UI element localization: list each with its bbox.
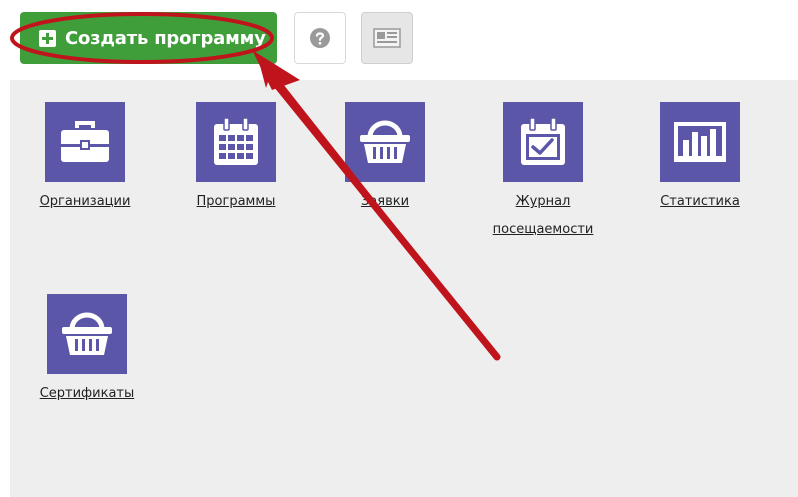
tile-attendance-journal[interactable]: Журнал посещаемости <box>478 102 608 244</box>
tile-label[interactable]: Программы <box>171 188 301 216</box>
create-program-button[interactable]: Создать программу <box>20 12 277 64</box>
tile-label[interactable]: Статистика <box>635 188 765 216</box>
basket-icon <box>62 312 112 355</box>
tile-label[interactable]: Сертификаты <box>22 380 152 408</box>
tile-label[interactable]: Организации <box>20 188 150 216</box>
calendar-icon <box>214 117 258 165</box>
dashboard-panel: Организации Программы Заявки Журнал посе… <box>10 80 798 497</box>
tile-icon-box <box>503 102 583 182</box>
bar-chart-icon <box>674 122 726 162</box>
tile-organizations[interactable]: Организации <box>20 102 150 216</box>
tile-icon-box <box>45 102 125 182</box>
briefcase-icon <box>61 121 109 162</box>
help-button[interactable] <box>294 12 346 64</box>
newspaper-icon <box>373 28 401 48</box>
tile-programs[interactable]: Программы <box>171 102 301 216</box>
create-program-label: Создать программу <box>65 27 266 49</box>
calendar-check-icon <box>521 117 565 165</box>
tile-icon-box <box>660 102 740 182</box>
tile-certificates[interactable]: Сертификаты <box>22 294 152 408</box>
tile-icon-box <box>345 102 425 182</box>
toolbar: Создать программу <box>0 0 798 80</box>
tile-statistics[interactable]: Статистика <box>635 102 765 216</box>
tile-label[interactable]: Журнал посещаемости <box>478 188 608 244</box>
basket-icon <box>360 120 410 163</box>
tile-label[interactable]: Заявки <box>320 188 450 216</box>
plus-square-icon <box>39 29 56 47</box>
tile-icon-box <box>196 102 276 182</box>
question-circle-icon <box>310 28 330 48</box>
tile-applications[interactable]: Заявки <box>320 102 450 216</box>
tile-icon-box <box>47 294 127 374</box>
news-view-button[interactable] <box>361 12 413 64</box>
